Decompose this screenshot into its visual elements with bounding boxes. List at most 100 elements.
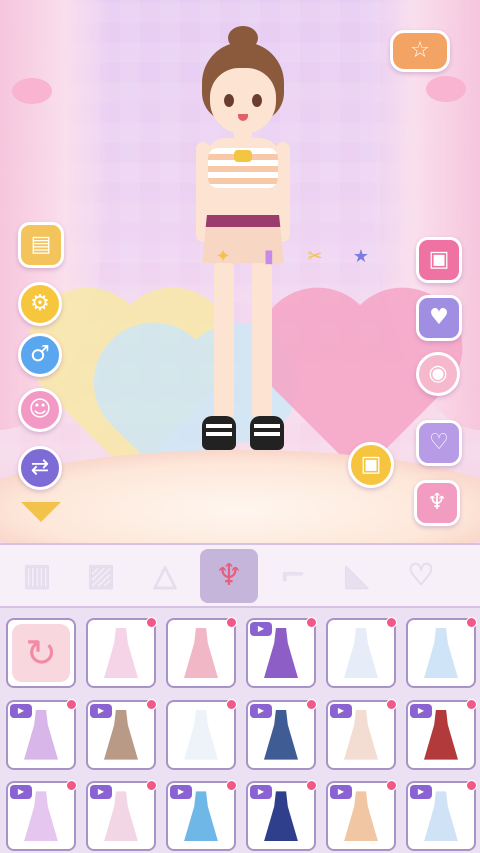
new-badge-dot	[146, 617, 157, 628]
video-ad-icon: ▶	[330, 703, 352, 718]
new-badge-dot	[146, 698, 157, 710]
triangle-down-icon	[21, 502, 61, 522]
scissors-tool[interactable]: ✂	[297, 238, 333, 274]
heart-frame-icon: ♡	[429, 430, 449, 455]
outfit-item[interactable]: ▶	[246, 698, 317, 770]
sock-icon: ⌐	[280, 558, 306, 593]
category-tab-dress[interactable]: ♆	[200, 548, 258, 603]
category-tab-jacket[interactable]: ▥	[8, 549, 66, 603]
new-badge-dot	[386, 780, 397, 792]
dress-thumbnail	[184, 709, 218, 760]
new-badge-dot	[386, 698, 397, 710]
heart-glasses-icon: ♡	[407, 558, 435, 593]
settings-button[interactable]: ⚙	[18, 282, 62, 326]
outfit-item[interactable]: ▶	[6, 780, 77, 852]
outfit-item[interactable]: ▶	[326, 780, 397, 852]
video-ad-icon: ▶	[10, 703, 32, 718]
category-tab-skirt[interactable]: △	[136, 549, 194, 603]
gear-icon: ⚙	[30, 291, 50, 316]
nail-polish-icon: ▮	[264, 245, 274, 267]
reset-icon: ↻	[12, 624, 70, 682]
dress-thumbnail	[184, 628, 218, 678]
new-badge-dot	[226, 780, 237, 792]
left-leg	[214, 260, 234, 420]
new-badge-dot	[306, 698, 317, 710]
outfit-item[interactable]	[326, 617, 397, 688]
male-symbol-icon: ♂	[30, 342, 50, 367]
new-badge-dot	[306, 780, 317, 792]
right-shoe[interactable]	[250, 416, 284, 450]
new-badge-dot	[146, 780, 157, 792]
new-badge-dot	[466, 617, 477, 628]
cat-shop-icon: ☆	[410, 38, 430, 63]
frame-button[interactable]: ♡	[416, 420, 462, 466]
makeup-tool[interactable]: ✦	[205, 238, 241, 274]
outfit-button[interactable]: ♆	[414, 480, 460, 526]
reset-outfit-button[interactable]: ↻	[6, 618, 76, 688]
new-badge-dot	[306, 617, 317, 628]
left-eye	[224, 94, 234, 107]
share-button[interactable]: ⇄	[18, 446, 62, 490]
video-ad-icon: ▶	[10, 785, 32, 800]
shoe-icon: ◣	[345, 558, 369, 593]
dress-thumbnail	[344, 628, 378, 678]
video-ad-icon: ▶	[250, 703, 272, 718]
left-shoe[interactable]	[202, 416, 236, 450]
outfit-item[interactable]: ▶	[86, 698, 157, 770]
outfit-item[interactable]: ▶	[86, 780, 157, 852]
face	[210, 68, 276, 134]
outfit-item[interactable]	[166, 698, 237, 770]
category-bar: ▥ ▨ △ ♆ ⌐ ◣ ♡	[0, 543, 480, 608]
outfit-item[interactable]: ▶	[406, 780, 477, 852]
new-badge-dot	[66, 698, 77, 710]
category-tab-socks[interactable]: ⌐	[264, 549, 322, 603]
new-badge-dot	[226, 698, 237, 710]
outfit-item[interactable]	[86, 617, 157, 688]
share-icon: ⇄	[30, 455, 50, 480]
star-tool[interactable]: ★	[343, 238, 379, 274]
sticker-icon: ◉	[428, 361, 448, 386]
skirt-icon: △	[153, 558, 177, 593]
outfit-item[interactable]: ▶	[246, 617, 317, 688]
outfit-item[interactable]: ▶	[246, 780, 317, 852]
right-leg	[252, 260, 272, 420]
category-tab-glasses[interactable]: ♡	[392, 549, 450, 603]
video-ad-icon: ▶	[90, 703, 112, 718]
new-badge-dot	[66, 780, 77, 792]
category-tab-shoes[interactable]: ◣	[328, 549, 386, 603]
video-ad-icon: ▶	[90, 785, 112, 800]
dress-icon: ♆	[427, 490, 447, 515]
shop-button[interactable]: ☆	[390, 30, 450, 72]
characters-icon: ☺	[28, 397, 52, 422]
dress-icon: ♆	[215, 558, 243, 593]
category-tab-shorts[interactable]: ▨	[72, 549, 130, 603]
wardrobe-button[interactable]: ▤	[18, 222, 64, 268]
outfit-item[interactable]	[166, 617, 237, 688]
video-ad-icon: ▶	[170, 785, 192, 800]
new-badge-dot	[226, 617, 237, 628]
calendar-button[interactable]: ♥	[416, 295, 462, 341]
camera-icon: ▣	[360, 452, 382, 477]
collapse-button[interactable]	[18, 502, 64, 526]
tv-icon: ▣	[428, 247, 450, 272]
curtain-bow-right	[426, 76, 466, 102]
dress-thumbnail	[424, 628, 458, 678]
game-scene: ✦ ▮ ✂ ★ ▤ ⚙ ♂ ☺ ⇄ ☆ ▣ ♥ ◉ ♡ ♆ ▣	[0, 0, 480, 543]
item-grid: ↻ ▶ ▶ ▶ ▶ ▶ ▶ ▶ ▶ ▶ ▶ ▶ ▶	[0, 608, 480, 853]
top-bow	[234, 150, 252, 162]
outfit-item[interactable]: ▶	[6, 698, 77, 770]
gender-button[interactable]: ♂	[18, 333, 62, 377]
characters-button[interactable]: ☺	[18, 388, 62, 432]
outfit-item[interactable]: ▶	[406, 698, 477, 770]
outfit-item[interactable]: ▶	[166, 780, 237, 852]
calendar-icon: ♥	[429, 305, 449, 330]
tv-button[interactable]: ▣	[416, 237, 462, 283]
jacket-icon: ▥	[22, 558, 52, 593]
sticker-button[interactable]: ◉	[416, 352, 460, 396]
outfit-item[interactable]	[406, 617, 477, 688]
video-ad-icon: ▶	[250, 785, 272, 800]
nail-tool[interactable]: ▮	[251, 238, 287, 274]
wardrobe-icon: ▤	[30, 232, 52, 257]
outfit-item[interactable]: ▶	[326, 698, 397, 770]
camera-button[interactable]: ▣	[348, 442, 394, 488]
